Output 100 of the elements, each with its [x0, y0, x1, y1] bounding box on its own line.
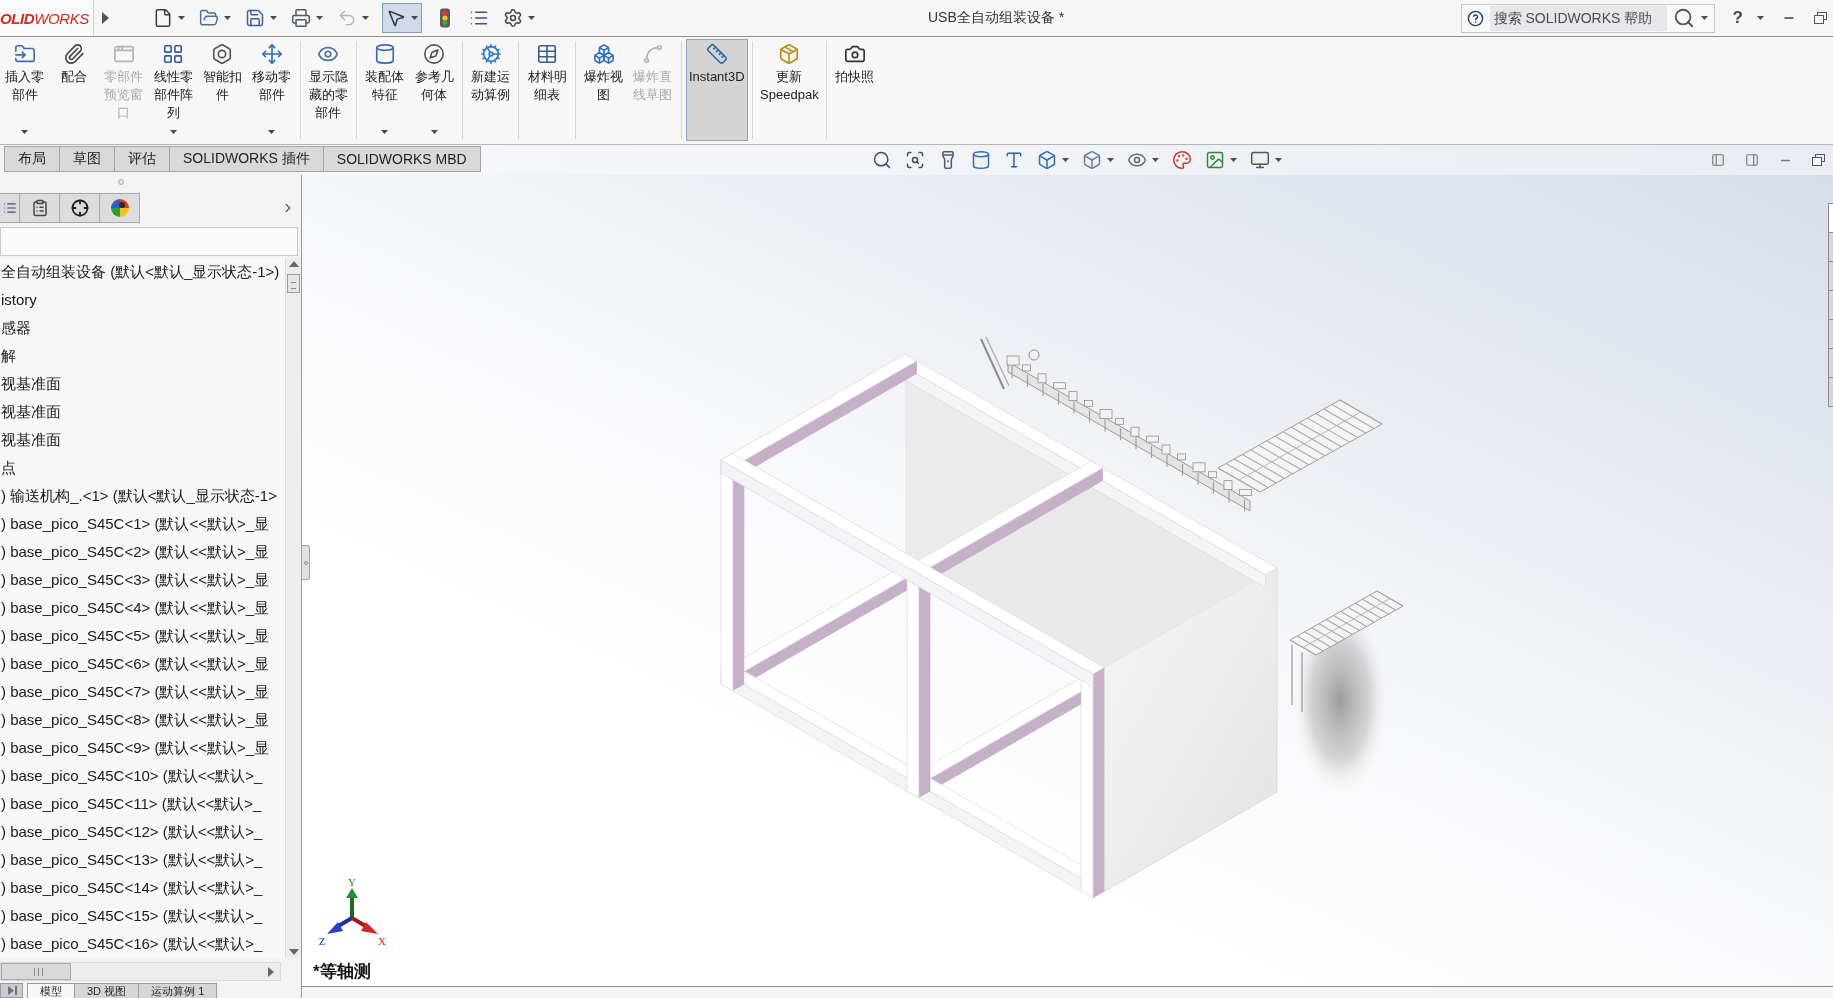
- caret-icon[interactable]: [21, 130, 29, 134]
- ribbon-button[interactable]: 插入零部件: [1, 39, 49, 141]
- cylinder-icon[interactable]: [970, 150, 991, 170]
- caret-icon[interactable]: [1229, 158, 1237, 162]
- tree-item[interactable]: ) base_pico_S45C<13> (默认<<默认>_: [0, 846, 285, 874]
- list-icon[interactable]: [469, 8, 489, 28]
- cylinder-icon[interactable]: [373, 43, 396, 65]
- picture-icon[interactable]: [1204, 150, 1225, 170]
- panel-tab[interactable]: [20, 193, 60, 223]
- vertical-scrollbar[interactable]: [285, 258, 301, 958]
- triangle-icon[interactable]: [102, 12, 109, 24]
- help-icon[interactable]: [1466, 9, 1484, 27]
- panel-tab[interactable]: [100, 193, 140, 223]
- tree-item[interactable]: ) base_pico_S45C<10> (默认<<默认>_: [0, 762, 285, 790]
- boxes-icon[interactable]: [592, 43, 615, 65]
- caret-icon[interactable]: [411, 16, 418, 20]
- tree-item[interactable]: 视基准面: [0, 370, 285, 398]
- panel-tab[interactable]: [60, 193, 100, 223]
- ribbon-button[interactable]: Instant3D: [685, 39, 748, 141]
- caret-icon[interactable]: [1061, 158, 1069, 162]
- ribbon-button[interactable]: 装配体特征: [361, 39, 409, 141]
- tree-item[interactable]: ) base_pico_S45C<16> (默认<<默认>_: [0, 930, 285, 958]
- tree-item[interactable]: ) base_pico_S45C<3> (默认<<默认>_显: [0, 566, 285, 594]
- cog-icon[interactable]: [479, 43, 502, 65]
- view-tab[interactable]: 模型: [27, 983, 75, 998]
- tree-item[interactable]: ) base_pico_S45C<15> (默认<<默认>_: [0, 902, 285, 930]
- tree-item[interactable]: 视基准面: [0, 398, 285, 426]
- scroll-down-arrow-icon[interactable]: [288, 949, 299, 955]
- tree-item[interactable]: 全自动组装设备 (默认<默认_显示状态-1>): [0, 258, 285, 286]
- caret-icon[interactable]: [178, 16, 185, 20]
- caret-icon[interactable]: [268, 130, 276, 134]
- tree-item[interactable]: ) base_pico_S45C<7> (默认<<默认>_显: [0, 678, 285, 706]
- view-tab[interactable]: 3D 视图: [75, 983, 140, 998]
- caret-icon[interactable]: [1151, 158, 1159, 162]
- pointer-icon[interactable]: [386, 8, 406, 28]
- grip-dot-icon[interactable]: [117, 179, 124, 185]
- search-icon[interactable]: [871, 150, 892, 170]
- restore-icon[interactable]: [1814, 12, 1827, 24]
- toolbar-button[interactable]: [382, 3, 422, 33]
- ribbon-button[interactable]: 显示隐藏的零部件: [304, 39, 352, 141]
- tree-item[interactable]: ) base_pico_S45C<6> (默认<<默认>_显: [0, 650, 285, 678]
- command-tab[interactable]: SOLIDWORKS MBD: [323, 146, 481, 172]
- scroll-up-arrow-icon[interactable]: [288, 261, 299, 267]
- caret-icon[interactable]: [1106, 158, 1114, 162]
- scrollbar-thumb[interactable]: [1, 963, 71, 980]
- panel-right-icon[interactable]: [1745, 153, 1759, 167]
- compass-icon[interactable]: [423, 43, 446, 65]
- folder-icon[interactable]: [13, 43, 36, 65]
- tree-item[interactable]: ) base_pico_S45C<1> (默认<<默认>_显: [0, 510, 285, 538]
- eye-icon[interactable]: [1126, 150, 1147, 170]
- tree-item[interactable]: ) base_pico_S45C<5> (默认<<默认>_显: [0, 622, 285, 650]
- ribbon-button[interactable]: 爆炸视图: [580, 39, 627, 141]
- ribbon-button[interactable]: 参考几何体: [410, 39, 458, 141]
- task-pane-tab[interactable]: [1828, 203, 1833, 233]
- folder-icon[interactable]: [199, 8, 219, 28]
- ribbon-button[interactable]: 材料明细表: [523, 39, 571, 141]
- tree-item[interactable]: istory: [0, 286, 285, 314]
- tree-item[interactable]: 点: [0, 454, 285, 482]
- printer-icon[interactable]: [291, 8, 311, 28]
- ribbon-button[interactable]: 更新Speedpak: [757, 39, 822, 141]
- help-button[interactable]: ?: [1728, 8, 1747, 28]
- filter-field[interactable]: [0, 227, 298, 256]
- view-tab[interactable]: 运动算例 1: [139, 983, 218, 998]
- tree-item[interactable]: ) base_pico_S45C<4> (默认<<默认>_显: [0, 594, 285, 622]
- caret-icon[interactable]: [270, 16, 277, 20]
- caret-icon[interactable]: [224, 16, 231, 20]
- caret-icon[interactable]: [1274, 158, 1282, 162]
- nav-button[interactable]: [0, 983, 23, 998]
- tree-item[interactable]: 视基准面: [0, 426, 285, 454]
- caret-icon[interactable]: [381, 130, 389, 134]
- ribbon-button[interactable]: 移动零部件: [248, 39, 296, 141]
- paperclip-icon[interactable]: [63, 43, 86, 65]
- scroll-right-arrow-icon[interactable]: [268, 966, 274, 977]
- monitor-icon[interactable]: [1249, 150, 1270, 170]
- command-tab[interactable]: 布局: [4, 146, 60, 172]
- caret-icon[interactable]: [1700, 16, 1708, 20]
- tree-item[interactable]: ) base_pico_S45C<8> (默认<<默认>_显: [0, 706, 285, 734]
- search-icon[interactable]: [1672, 7, 1695, 29]
- tree-item[interactable]: ) base_pico_S45C<11> (默认<<默认>_: [0, 790, 285, 818]
- tree-item[interactable]: 感器: [0, 314, 285, 342]
- ribbon-button[interactable]: 新建运动算例: [467, 39, 515, 141]
- ruler-icon[interactable]: [705, 43, 728, 65]
- magnifier-frame-icon[interactable]: [904, 150, 925, 170]
- command-tab[interactable]: SOLIDWORKS 插件: [170, 146, 324, 172]
- grid-icon[interactable]: [162, 43, 185, 65]
- caret-icon[interactable]: [528, 16, 535, 20]
- command-tab[interactable]: 草图: [60, 146, 115, 172]
- table-icon[interactable]: [536, 43, 559, 65]
- gear-icon[interactable]: [503, 8, 523, 28]
- move-arrows-icon[interactable]: [260, 43, 283, 65]
- ribbon-button[interactable]: 智能扣件: [199, 39, 246, 141]
- tree-item[interactable]: ) base_pico_S45C<2> (默认<<默认>_显: [0, 538, 285, 566]
- restore-icon[interactable]: [1812, 154, 1825, 166]
- nut-icon[interactable]: [211, 43, 234, 65]
- tree-item[interactable]: ) base_pico_S45C<14> (默认<<默认>_: [0, 874, 285, 902]
- caret-icon[interactable]: [1757, 16, 1764, 20]
- ribbon-button[interactable]: 线性零部件阵列: [149, 39, 197, 141]
- palette-icon[interactable]: [1171, 150, 1192, 170]
- cube-icon[interactable]: [1036, 150, 1057, 170]
- package-icon[interactable]: [778, 43, 801, 65]
